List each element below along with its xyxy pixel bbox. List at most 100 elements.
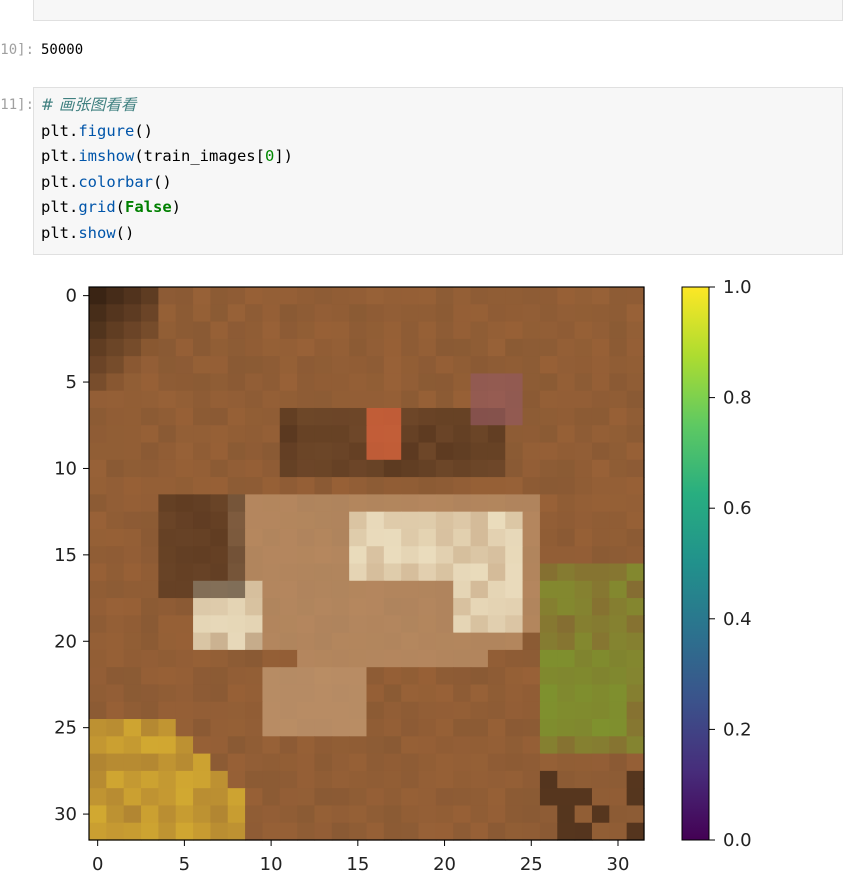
image-pixel xyxy=(106,788,125,807)
image-pixel xyxy=(349,736,368,755)
image-pixel xyxy=(522,459,541,478)
image-pixel xyxy=(574,753,593,772)
code-token: show xyxy=(78,223,116,242)
image-pixel xyxy=(245,407,264,426)
image-pixel xyxy=(522,407,541,426)
image-pixel xyxy=(349,684,368,703)
image-pixel xyxy=(418,477,437,495)
image-pixel xyxy=(331,459,350,478)
image-pixel xyxy=(539,736,558,755)
image-pixel xyxy=(262,494,281,513)
image-pixel xyxy=(522,615,541,634)
y-tick-label: 0 xyxy=(66,286,77,307)
image-pixel xyxy=(522,477,541,495)
image-pixel xyxy=(505,407,524,426)
image-pixel xyxy=(366,390,385,409)
image-pixel xyxy=(123,649,142,668)
image-pixel xyxy=(453,546,472,565)
image-pixel xyxy=(522,736,541,755)
image-pixel xyxy=(158,425,177,444)
image-pixel xyxy=(453,701,472,720)
code-cell-input[interactable]: # 画张图看看 plt.figure() plt.imshow(train_imag… xyxy=(33,87,843,255)
image-pixel xyxy=(349,753,368,772)
image-pixel xyxy=(522,494,541,513)
image-pixel xyxy=(279,321,298,340)
image-pixel xyxy=(245,615,264,634)
image-pixel xyxy=(522,598,541,616)
image-pixel xyxy=(89,598,107,616)
code-token: () xyxy=(115,223,135,242)
image-pixel xyxy=(314,511,333,530)
image-pixel xyxy=(487,736,506,755)
image-pixel xyxy=(331,736,350,755)
image-pixel xyxy=(626,701,645,720)
image-pixel xyxy=(106,649,125,668)
image-pixel xyxy=(609,338,628,357)
image-pixel xyxy=(227,580,246,599)
image-pixel xyxy=(123,701,142,720)
image-pixel xyxy=(141,719,159,737)
image-pixel xyxy=(193,546,211,565)
image-pixel xyxy=(227,511,246,530)
image-pixel xyxy=(158,373,177,392)
image-pixel xyxy=(279,528,298,547)
image-pixel xyxy=(331,770,350,789)
image-pixel xyxy=(175,304,194,323)
image-pixel xyxy=(609,615,628,634)
code-editor[interactable]: # 画张图看看 plt.figure() plt.imshow(train_imag… xyxy=(41,93,293,247)
image-pixel xyxy=(106,701,125,720)
image-pixel xyxy=(331,701,350,720)
image-pixel xyxy=(626,788,645,807)
image-pixel xyxy=(366,719,385,737)
image-pixel xyxy=(487,287,506,305)
image-pixel xyxy=(539,770,558,789)
image-pixel xyxy=(89,338,107,357)
image-pixel xyxy=(383,425,402,444)
image-pixel xyxy=(383,494,402,513)
image-pixel xyxy=(279,287,298,305)
image-pixel xyxy=(401,667,420,686)
image-pixel xyxy=(574,563,593,582)
image-pixel xyxy=(626,338,645,357)
image-pixel xyxy=(210,805,229,824)
image-pixel xyxy=(383,632,402,651)
image-pixel xyxy=(591,822,610,841)
image-pixel xyxy=(193,373,211,392)
code-token: plt. xyxy=(41,121,79,140)
image-pixel xyxy=(106,563,125,582)
image-pixel xyxy=(383,287,402,305)
image-pixel xyxy=(366,459,385,478)
image-pixel xyxy=(193,563,211,582)
image-pixel xyxy=(609,598,628,616)
image-pixel xyxy=(279,788,298,807)
image-pixel xyxy=(158,615,177,634)
image-pixel xyxy=(245,338,264,357)
image-pixel xyxy=(557,563,576,582)
image-pixel xyxy=(435,494,454,513)
image-pixel xyxy=(279,338,298,357)
image-pixel xyxy=(227,425,246,444)
image-pixel xyxy=(123,425,142,444)
image-pixel xyxy=(262,442,281,461)
image-pixel xyxy=(349,338,368,357)
image-pixel xyxy=(591,407,610,426)
image-pixel xyxy=(591,528,610,547)
image-pixel xyxy=(505,736,524,755)
image-pixel xyxy=(123,805,142,824)
image-pixel xyxy=(314,390,333,409)
image-pixel xyxy=(435,580,454,599)
image-pixel xyxy=(505,598,524,616)
image-pixel xyxy=(487,684,506,703)
image-pixel xyxy=(366,684,385,703)
image-pixel xyxy=(453,667,472,686)
previous-cell-input[interactable] xyxy=(33,0,843,21)
image-pixel xyxy=(89,459,107,478)
image-pixel xyxy=(453,753,472,772)
image-pixel xyxy=(435,701,454,720)
image-pixel xyxy=(245,373,264,392)
image-pixel xyxy=(435,805,454,824)
image-pixel xyxy=(331,494,350,513)
image-pixel xyxy=(227,701,246,720)
image-pixel xyxy=(418,494,437,513)
image-pixel xyxy=(487,338,506,357)
